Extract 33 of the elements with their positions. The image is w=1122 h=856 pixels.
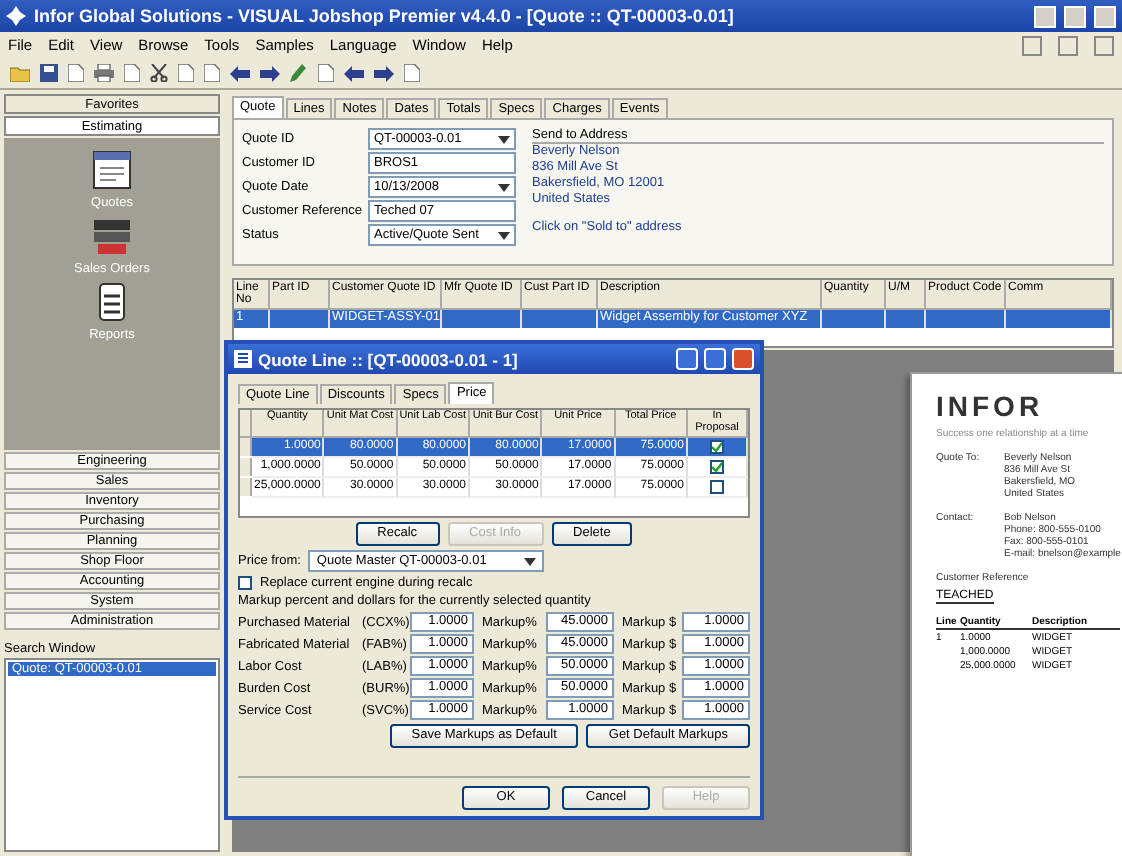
document-icon[interactable] (318, 64, 334, 82)
document-icon[interactable] (404, 64, 420, 82)
stacked-papers-icon[interactable] (90, 216, 134, 256)
dropdown-arrow-icon[interactable] (524, 555, 537, 567)
checkbox[interactable] (710, 480, 724, 494)
checkbox[interactable] (710, 460, 724, 474)
scissors-icon[interactable] (150, 64, 168, 82)
pencil-icon[interactable] (290, 64, 308, 82)
window-title: Infor Global Solutions - VISUAL Jobshop Premier v4.4.0 - [Quote :: QT-00003-0.01] (34, 6, 736, 26)
maximize-button[interactable] (704, 348, 726, 370)
arrow-left-icon[interactable] (230, 65, 250, 81)
document-icon[interactable] (68, 64, 84, 82)
checkbox[interactable] (238, 576, 252, 590)
report-icon[interactable] (98, 282, 126, 322)
arrow-right-icon[interactable] (374, 65, 394, 81)
header-corner (240, 410, 252, 438)
dropdown-arrow-icon[interactable] (498, 181, 510, 193)
dialog-icon (234, 350, 252, 368)
folder-icon[interactable] (10, 64, 30, 82)
arrow-right-icon[interactable] (260, 65, 280, 81)
logo: INFOR (936, 390, 1044, 422)
document-icon[interactable] (124, 64, 140, 82)
app-icon (6, 6, 26, 26)
printer-icon[interactable] (94, 64, 114, 82)
arrow-left-icon[interactable] (344, 65, 364, 81)
dropdown-arrow-icon[interactable] (498, 229, 510, 241)
close-button[interactable] (1094, 35, 1114, 55)
calendar-document-icon[interactable] (92, 150, 132, 190)
dialog-title: Quote Line :: [QT-00003-0.01 - 1] (258, 349, 520, 369)
restore-button[interactable] (1058, 35, 1078, 55)
checkbox[interactable] (710, 440, 724, 454)
dropdown-arrow-icon[interactable] (498, 133, 510, 145)
minimize-button[interactable] (1022, 35, 1042, 55)
